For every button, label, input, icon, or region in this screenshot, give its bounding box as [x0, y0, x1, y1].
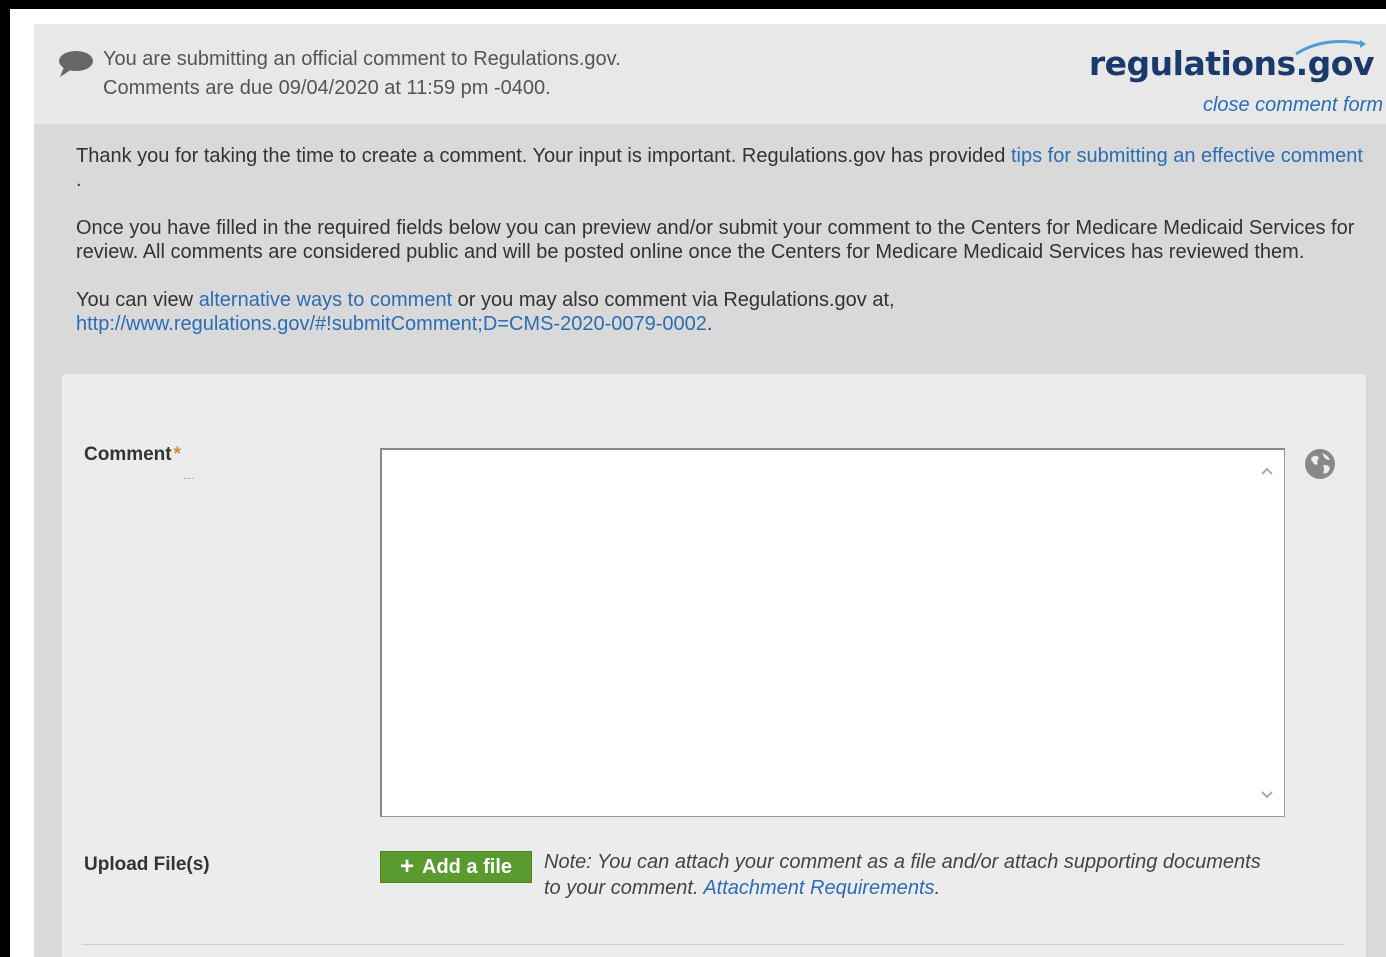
- regulations-comment-url-link[interactable]: http://www.regulations.gov/#!submitComme…: [76, 313, 707, 335]
- divider: [82, 944, 1344, 945]
- intro-text-1: Thank you for taking the time to create …: [76, 145, 1011, 167]
- intro-text-1-end: .: [76, 169, 82, 191]
- intro-paragraph-2: Once you have filled in the required fie…: [76, 217, 1355, 263]
- attachment-requirements-link[interactable]: Attachment Requirements: [703, 877, 934, 899]
- plus-icon: +: [399, 853, 414, 880]
- chevron-up-icon[interactable]: [1260, 464, 1274, 478]
- add-file-label: Add a file: [422, 855, 513, 878]
- submission-notice: You are submitting an official comment t…: [103, 45, 621, 103]
- intro-text-3a: You can view: [76, 289, 199, 311]
- comment-label: Comment *: [84, 444, 181, 466]
- intro-paragraph-1: Thank you for taking the time to create …: [76, 144, 1366, 192]
- upload-note-end: .: [934, 877, 941, 899]
- comment-form: Comment * .... Upload File(s) + Add a fi…: [62, 374, 1366, 957]
- intro-text-3b: or you may also comment via Regulations.…: [452, 289, 895, 311]
- upload-note: Note: You can attach your comment as a f…: [544, 849, 1264, 901]
- add-file-button[interactable]: + Add a file: [380, 851, 532, 883]
- intro-paragraph-3: You can view alternative ways to comment…: [76, 288, 1366, 336]
- comment-textarea[interactable]: [380, 448, 1285, 817]
- regulations-gov-logo: regulations.gov: [1089, 40, 1375, 88]
- close-comment-form-link[interactable]: close comment form: [1203, 94, 1383, 117]
- speech-bubble-icon: [58, 50, 94, 83]
- alternative-ways-link[interactable]: alternative ways to comment: [199, 289, 452, 311]
- globe-icon[interactable]: [1304, 448, 1336, 480]
- comment-panel: You are submitting an official comment t…: [34, 24, 1386, 957]
- upload-files-label: Upload File(s): [84, 854, 210, 875]
- submission-header: You are submitting an official comment t…: [34, 24, 1386, 124]
- submission-notice-line1: You are submitting an official comment t…: [103, 48, 621, 70]
- required-asterisk: *: [173, 444, 182, 465]
- tips-link[interactable]: tips for submitting an effective comment: [1011, 145, 1363, 167]
- label-dots: ....: [183, 471, 195, 482]
- due-date-line: Comments are due 09/04/2020 at 11:59 pm …: [103, 77, 551, 99]
- comment-label-text: Comment: [84, 444, 172, 465]
- browser-frame: You are submitting an official comment t…: [10, 9, 1386, 957]
- chevron-down-icon[interactable]: [1260, 788, 1274, 802]
- logo-text: regulations.gov: [1088, 44, 1375, 83]
- intro-text: Thank you for taking the time to create …: [76, 144, 1366, 360]
- intro-text-3-end: .: [706, 313, 713, 335]
